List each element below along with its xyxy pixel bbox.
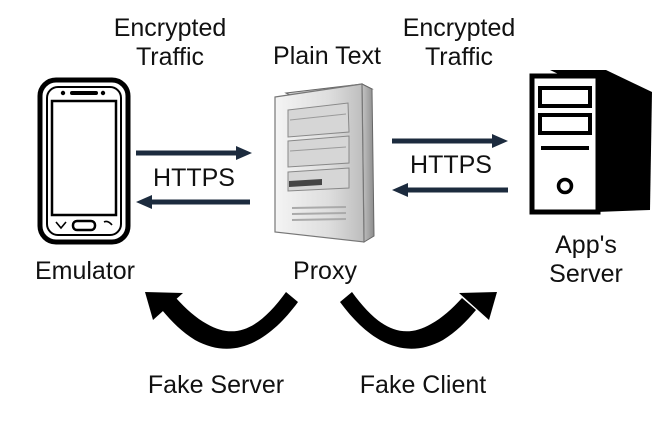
emulator-label: Emulator [34,257,136,285]
proxy-server-icon [274,83,375,243]
left-traffic-label: Traffic [135,43,205,71]
fake-server-label: Fake Server [147,371,285,399]
right-encrypted-traffic-label: Encrypted Traffic [389,14,529,72]
left-encrypted-traffic-label: Encrypted Traffic [100,14,240,72]
fake-server-curve-arrow [145,292,298,349]
app-server-label: App's Server [526,231,646,289]
plain-text-label: Plain Text [273,42,381,70]
smartphone-icon [37,77,131,245]
left-encrypted-label: Encrypted [113,14,227,42]
fake-client-label: Fake Client [359,371,487,399]
proxy-label: Proxy [293,257,357,285]
server-tower-icon [529,70,652,215]
fake-client-curve-arrow [340,292,497,349]
https-left-label: HTTPS [153,164,235,192]
app-server-label-line1: App's [555,231,617,259]
app-server-label-line2: Server [549,260,623,288]
https-right-label: HTTPS [410,151,492,179]
right-encrypted-label: Encrypted [402,14,516,42]
right-traffic-label: Traffic [424,43,494,71]
